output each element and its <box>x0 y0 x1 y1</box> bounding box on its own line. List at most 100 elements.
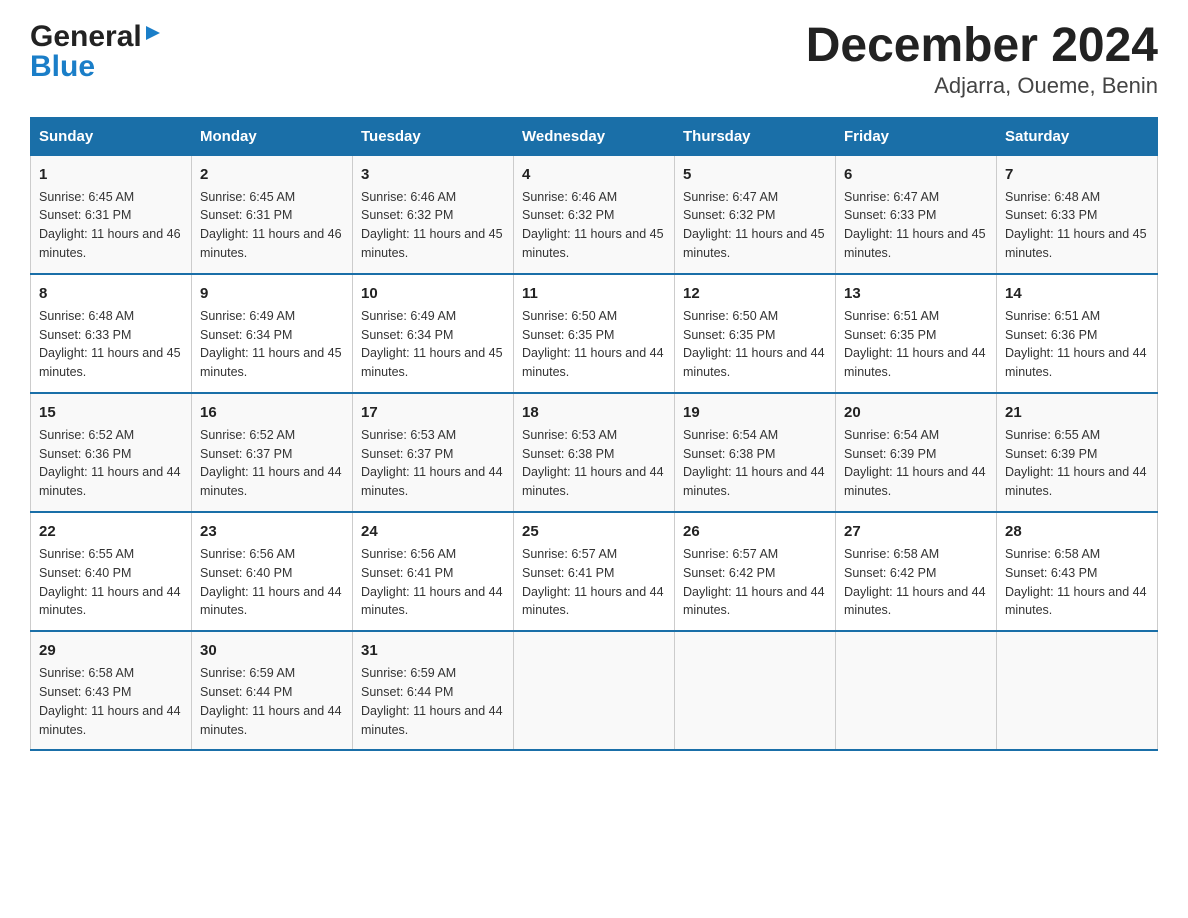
calendar-cell: 22 Sunrise: 6:55 AMSunset: 6:40 PMDaylig… <box>31 512 192 631</box>
calendar-cell <box>514 631 675 750</box>
day-number: 1 <box>39 164 183 186</box>
header-row: Sunday Monday Tuesday Wednesday Thursday… <box>31 117 1158 155</box>
calendar-cell: 4 Sunrise: 6:46 AMSunset: 6:32 PMDayligh… <box>514 155 675 274</box>
day-number: 2 <box>200 164 344 186</box>
day-detail: Sunrise: 6:46 AMSunset: 6:32 PMDaylight:… <box>522 190 664 261</box>
day-number: 6 <box>844 164 988 186</box>
calendar-cell: 5 Sunrise: 6:47 AMSunset: 6:32 PMDayligh… <box>675 155 836 274</box>
calendar-cell: 27 Sunrise: 6:58 AMSunset: 6:42 PMDaylig… <box>836 512 997 631</box>
page-title: December 2024 <box>806 20 1158 73</box>
day-detail: Sunrise: 6:57 AMSunset: 6:42 PMDaylight:… <box>683 547 825 618</box>
day-number: 11 <box>522 283 666 305</box>
day-detail: Sunrise: 6:56 AMSunset: 6:40 PMDaylight:… <box>200 547 342 618</box>
day-number: 8 <box>39 283 183 305</box>
calendar-cell: 25 Sunrise: 6:57 AMSunset: 6:41 PMDaylig… <box>514 512 675 631</box>
day-number: 15 <box>39 402 183 424</box>
day-detail: Sunrise: 6:58 AMSunset: 6:43 PMDaylight:… <box>39 666 181 737</box>
day-detail: Sunrise: 6:56 AMSunset: 6:41 PMDaylight:… <box>361 547 503 618</box>
calendar-cell: 21 Sunrise: 6:55 AMSunset: 6:39 PMDaylig… <box>997 393 1158 512</box>
day-detail: Sunrise: 6:53 AMSunset: 6:37 PMDaylight:… <box>361 428 503 499</box>
day-detail: Sunrise: 6:58 AMSunset: 6:43 PMDaylight:… <box>1005 547 1147 618</box>
day-detail: Sunrise: 6:48 AMSunset: 6:33 PMDaylight:… <box>39 309 181 380</box>
calendar-cell: 6 Sunrise: 6:47 AMSunset: 6:33 PMDayligh… <box>836 155 997 274</box>
day-detail: Sunrise: 6:55 AMSunset: 6:40 PMDaylight:… <box>39 547 181 618</box>
day-detail: Sunrise: 6:51 AMSunset: 6:35 PMDaylight:… <box>844 309 986 380</box>
day-number: 29 <box>39 640 183 662</box>
day-number: 21 <box>1005 402 1149 424</box>
day-number: 13 <box>844 283 988 305</box>
calendar-cell <box>836 631 997 750</box>
day-detail: Sunrise: 6:54 AMSunset: 6:39 PMDaylight:… <box>844 428 986 499</box>
day-detail: Sunrise: 6:47 AMSunset: 6:33 PMDaylight:… <box>844 190 986 261</box>
calendar-cell: 17 Sunrise: 6:53 AMSunset: 6:37 PMDaylig… <box>353 393 514 512</box>
calendar-cell: 11 Sunrise: 6:50 AMSunset: 6:35 PMDaylig… <box>514 274 675 393</box>
day-number: 27 <box>844 521 988 543</box>
calendar-cell: 23 Sunrise: 6:56 AMSunset: 6:40 PMDaylig… <box>192 512 353 631</box>
day-detail: Sunrise: 6:52 AMSunset: 6:37 PMDaylight:… <box>200 428 342 499</box>
calendar-cell: 14 Sunrise: 6:51 AMSunset: 6:36 PMDaylig… <box>997 274 1158 393</box>
calendar-cell: 13 Sunrise: 6:51 AMSunset: 6:35 PMDaylig… <box>836 274 997 393</box>
calendar-cell: 16 Sunrise: 6:52 AMSunset: 6:37 PMDaylig… <box>192 393 353 512</box>
calendar-body: 1 Sunrise: 6:45 AMSunset: 6:31 PMDayligh… <box>31 155 1158 750</box>
logo: General Blue <box>30 20 164 84</box>
calendar-cell <box>675 631 836 750</box>
title-block: December 2024 Adjarra, Oueme, Benin <box>806 20 1158 99</box>
day-number: 3 <box>361 164 505 186</box>
day-number: 18 <box>522 402 666 424</box>
day-detail: Sunrise: 6:52 AMSunset: 6:36 PMDaylight:… <box>39 428 181 499</box>
day-number: 14 <box>1005 283 1149 305</box>
day-detail: Sunrise: 6:45 AMSunset: 6:31 PMDaylight:… <box>39 190 181 261</box>
day-number: 4 <box>522 164 666 186</box>
calendar-header: Sunday Monday Tuesday Wednesday Thursday… <box>31 117 1158 155</box>
day-number: 10 <box>361 283 505 305</box>
day-detail: Sunrise: 6:45 AMSunset: 6:31 PMDaylight:… <box>200 190 342 261</box>
calendar-cell: 9 Sunrise: 6:49 AMSunset: 6:34 PMDayligh… <box>192 274 353 393</box>
day-detail: Sunrise: 6:59 AMSunset: 6:44 PMDaylight:… <box>361 666 503 737</box>
day-number: 25 <box>522 521 666 543</box>
day-detail: Sunrise: 6:49 AMSunset: 6:34 PMDaylight:… <box>200 309 342 380</box>
col-sunday: Sunday <box>31 117 192 155</box>
day-number: 5 <box>683 164 827 186</box>
day-detail: Sunrise: 6:48 AMSunset: 6:33 PMDaylight:… <box>1005 190 1147 261</box>
day-detail: Sunrise: 6:50 AMSunset: 6:35 PMDaylight:… <box>683 309 825 380</box>
calendar-week-row: 8 Sunrise: 6:48 AMSunset: 6:33 PMDayligh… <box>31 274 1158 393</box>
calendar-table: Sunday Monday Tuesday Wednesday Thursday… <box>30 117 1158 752</box>
calendar-cell: 30 Sunrise: 6:59 AMSunset: 6:44 PMDaylig… <box>192 631 353 750</box>
day-detail: Sunrise: 6:51 AMSunset: 6:36 PMDaylight:… <box>1005 309 1147 380</box>
col-friday: Friday <box>836 117 997 155</box>
logo-arrow-icon <box>142 22 164 49</box>
calendar-cell: 19 Sunrise: 6:54 AMSunset: 6:38 PMDaylig… <box>675 393 836 512</box>
day-number: 24 <box>361 521 505 543</box>
calendar-cell: 1 Sunrise: 6:45 AMSunset: 6:31 PMDayligh… <box>31 155 192 274</box>
col-saturday: Saturday <box>997 117 1158 155</box>
logo-general-text: General <box>30 20 142 54</box>
day-number: 30 <box>200 640 344 662</box>
calendar-cell: 18 Sunrise: 6:53 AMSunset: 6:38 PMDaylig… <box>514 393 675 512</box>
calendar-cell: 12 Sunrise: 6:50 AMSunset: 6:35 PMDaylig… <box>675 274 836 393</box>
day-number: 16 <box>200 402 344 424</box>
day-detail: Sunrise: 6:50 AMSunset: 6:35 PMDaylight:… <box>522 309 664 380</box>
calendar-cell: 24 Sunrise: 6:56 AMSunset: 6:41 PMDaylig… <box>353 512 514 631</box>
day-number: 23 <box>200 521 344 543</box>
day-number: 31 <box>361 640 505 662</box>
calendar-week-row: 15 Sunrise: 6:52 AMSunset: 6:36 PMDaylig… <box>31 393 1158 512</box>
col-tuesday: Tuesday <box>353 117 514 155</box>
calendar-cell: 3 Sunrise: 6:46 AMSunset: 6:32 PMDayligh… <box>353 155 514 274</box>
calendar-cell: 10 Sunrise: 6:49 AMSunset: 6:34 PMDaylig… <box>353 274 514 393</box>
day-number: 17 <box>361 402 505 424</box>
calendar-cell: 7 Sunrise: 6:48 AMSunset: 6:33 PMDayligh… <box>997 155 1158 274</box>
calendar-cell: 31 Sunrise: 6:59 AMSunset: 6:44 PMDaylig… <box>353 631 514 750</box>
calendar-cell: 15 Sunrise: 6:52 AMSunset: 6:36 PMDaylig… <box>31 393 192 512</box>
calendar-cell: 8 Sunrise: 6:48 AMSunset: 6:33 PMDayligh… <box>31 274 192 393</box>
day-detail: Sunrise: 6:55 AMSunset: 6:39 PMDaylight:… <box>1005 428 1147 499</box>
day-number: 19 <box>683 402 827 424</box>
day-number: 20 <box>844 402 988 424</box>
page-header: General Blue December 2024 Adjarra, Ouem… <box>30 20 1158 99</box>
day-detail: Sunrise: 6:58 AMSunset: 6:42 PMDaylight:… <box>844 547 986 618</box>
day-number: 26 <box>683 521 827 543</box>
calendar-cell <box>997 631 1158 750</box>
calendar-week-row: 22 Sunrise: 6:55 AMSunset: 6:40 PMDaylig… <box>31 512 1158 631</box>
logo-blue-text: Blue <box>30 50 95 84</box>
page-subtitle: Adjarra, Oueme, Benin <box>806 73 1158 99</box>
day-detail: Sunrise: 6:49 AMSunset: 6:34 PMDaylight:… <box>361 309 503 380</box>
